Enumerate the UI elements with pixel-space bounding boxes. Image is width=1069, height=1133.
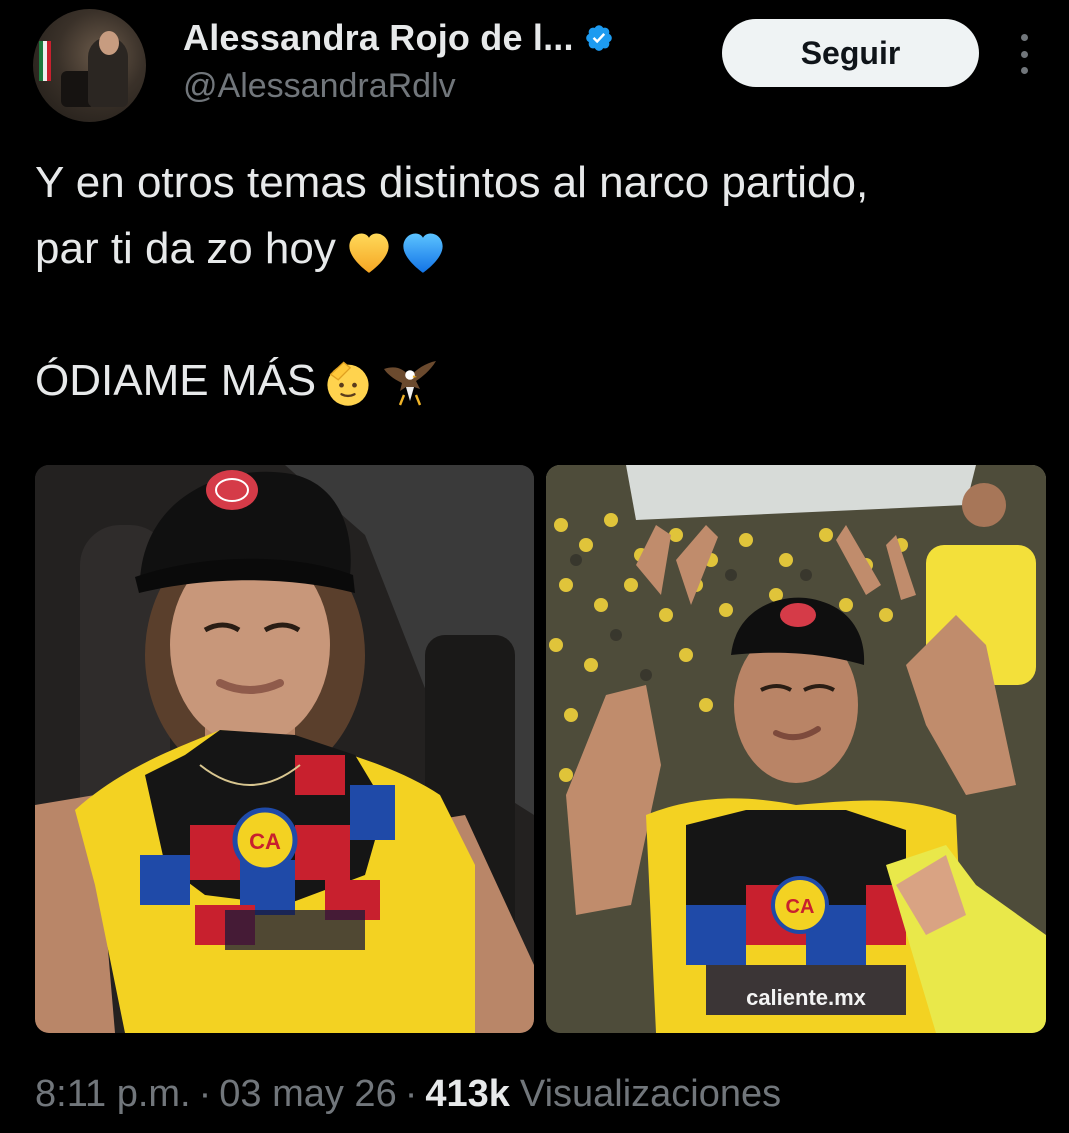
tweet-photo-right[interactable]: CA caliente.mx bbox=[546, 465, 1046, 1033]
views-count[interactable]: 413k bbox=[425, 1073, 510, 1116]
avatar-face-detail bbox=[99, 31, 119, 55]
saluting-face-icon bbox=[327, 361, 369, 407]
avatar[interactable] bbox=[33, 9, 146, 122]
verified-badge-icon bbox=[585, 25, 612, 51]
meta-separator: · bbox=[198, 1073, 212, 1115]
svg-text:CA: CA bbox=[249, 829, 281, 854]
tweet-time[interactable]: 8:11 p.m. bbox=[35, 1073, 191, 1116]
meta-separator: · bbox=[404, 1073, 418, 1115]
tweet-line-2: par ti da zo hoy bbox=[35, 216, 1055, 282]
author-handle[interactable]: @AlessandraRdlv bbox=[183, 67, 456, 106]
eagle-icon bbox=[384, 361, 437, 406]
tweet-photo-left[interactable]: CA bbox=[35, 465, 534, 1033]
views-label[interactable]: Visualizaciones bbox=[520, 1073, 781, 1116]
tweet-date[interactable]: 03 may 26 bbox=[219, 1073, 396, 1116]
tweet-line-1: Y en otros temas distintos al narco part… bbox=[35, 158, 869, 207]
avatar-flag-detail bbox=[39, 41, 51, 81]
follow-button[interactable]: Seguir bbox=[722, 19, 979, 87]
tweet-line-3: ÓDIAME MÁS bbox=[35, 348, 1055, 414]
blue-heart-icon bbox=[403, 233, 443, 274]
yellow-heart-icon bbox=[349, 233, 389, 274]
tweet-meta: 8:11 p.m. · 03 may 26 · 413k Visualizaci… bbox=[35, 1073, 781, 1116]
tweet-text: Y en otros temas distintos al narco part… bbox=[35, 150, 1055, 414]
svg-text:caliente.mx: caliente.mx bbox=[746, 985, 867, 1010]
author-display-name[interactable]: Alessandra Rojo de l... bbox=[183, 17, 574, 59]
author-name-row[interactable]: Alessandra Rojo de l... bbox=[183, 16, 614, 60]
more-options-icon[interactable] bbox=[1013, 34, 1035, 74]
photo-stadium-illustration: CA caliente.mx bbox=[546, 465, 1046, 1033]
photo-selfie-illustration: CA bbox=[35, 465, 534, 1033]
svg-text:CA: CA bbox=[786, 896, 815, 918]
